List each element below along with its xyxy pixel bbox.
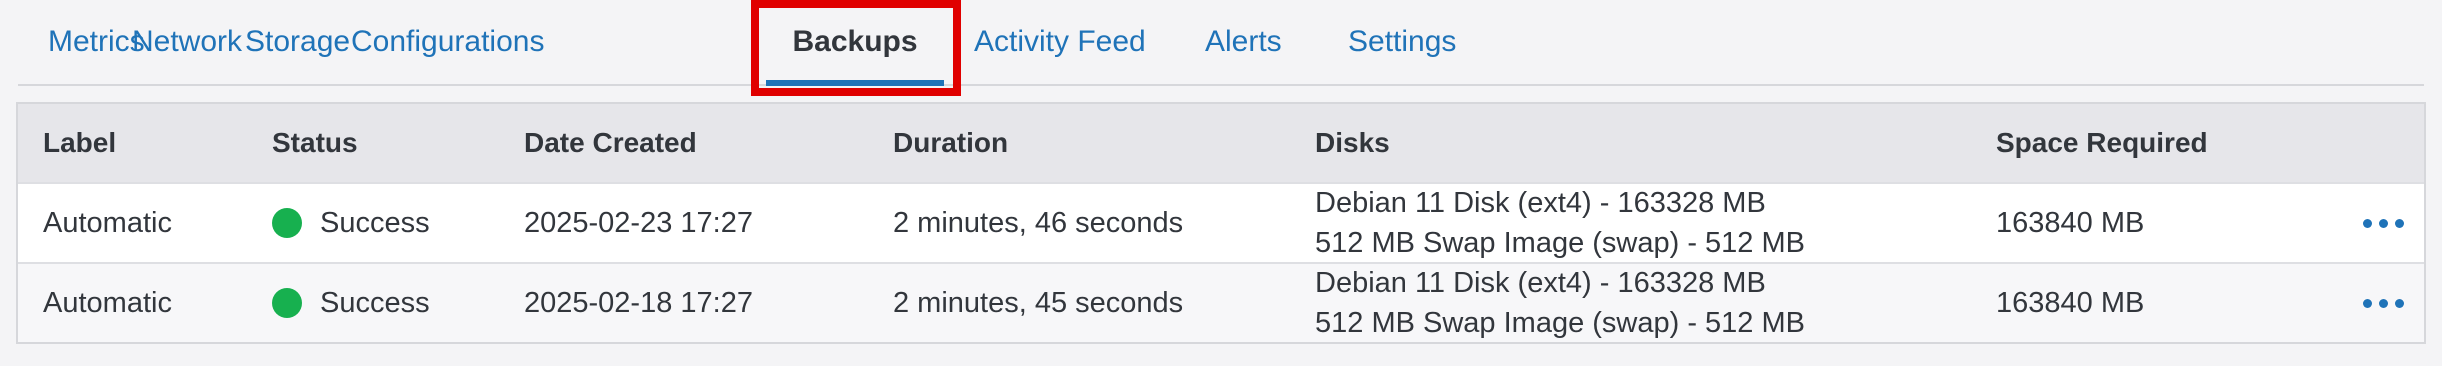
cell-status: Success: [272, 264, 430, 342]
column-header-disks[interactable]: Disks: [1315, 104, 1390, 182]
cell-duration: 2 minutes, 46 seconds: [893, 206, 1184, 239]
tab-label: Metrics: [48, 25, 145, 58]
table-row: Automatic Success 2025-02-23 17:27 2 min…: [18, 182, 2424, 262]
row-actions-menu-icon[interactable]: [2363, 184, 2404, 262]
cell-space-required: 163840 MB: [1996, 286, 2145, 319]
cell-disks: Debian 11 Disk (ext4) - 163328 MB 512 MB…: [1315, 264, 1805, 342]
column-header-status[interactable]: Status: [272, 104, 358, 182]
column-header-duration[interactable]: Duration: [893, 104, 1008, 182]
status-text: Success: [320, 206, 430, 239]
cell-duration: 2 minutes, 45 seconds: [893, 286, 1184, 319]
table-row: Automatic Success 2025-02-18 17:27 2 min…: [18, 262, 2424, 342]
disk-entry: 512 MB Swap Image (swap) - 512 MB: [1315, 227, 1805, 259]
column-header-date-created[interactable]: Date Created: [524, 104, 697, 182]
disk-entry: Debian 11 Disk (ext4) - 163328 MB: [1315, 187, 1766, 219]
cell-disks: Debian 11 Disk (ext4) - 163328 MB 512 MB…: [1315, 184, 1805, 262]
row-actions-menu-icon[interactable]: [2363, 264, 2404, 342]
cell-label: Automatic: [43, 206, 172, 239]
tab-bar: Metrics Network Storage Configurations B…: [18, 0, 2424, 86]
cell-status: Success: [272, 184, 430, 262]
tab-settings[interactable]: Settings: [1348, 0, 1456, 84]
tab-alerts[interactable]: Alerts: [1205, 0, 1282, 84]
tab-label: Configurations: [351, 25, 545, 58]
disk-entry: Debian 11 Disk (ext4) - 163328 MB: [1315, 267, 1766, 299]
tab-metrics[interactable]: Metrics: [48, 0, 145, 84]
cell-space-required: 163840 MB: [1996, 206, 2145, 239]
column-header-space-required[interactable]: Space Required: [1996, 104, 2208, 182]
column-header-label[interactable]: Label: [43, 104, 116, 182]
status-success-icon: [272, 208, 302, 238]
tab-label: Settings: [1348, 25, 1457, 58]
tab-storage[interactable]: Storage: [245, 0, 350, 84]
status-text: Success: [320, 286, 430, 319]
status-success-icon: [272, 288, 302, 318]
tab-label: Storage: [245, 25, 351, 58]
highlight-box: [751, 0, 961, 96]
tab-network[interactable]: Network: [132, 0, 242, 84]
table-header: Label Status Date Created Duration Disks…: [18, 104, 2424, 182]
disk-entry: 512 MB Swap Image (swap) - 512 MB: [1315, 307, 1805, 339]
cell-date-created: 2025-02-23 17:27: [524, 206, 753, 239]
tab-label: Activity Feed: [974, 25, 1146, 58]
cell-date-created: 2025-02-18 17:27: [524, 286, 753, 319]
tab-activity-feed[interactable]: Activity Feed: [974, 0, 1146, 84]
backups-table: Label Status Date Created Duration Disks…: [16, 102, 2426, 344]
tab-label: Network: [132, 25, 243, 58]
tab-configurations[interactable]: Configurations: [351, 0, 544, 84]
tab-label: Alerts: [1205, 25, 1282, 58]
cell-label: Automatic: [43, 286, 172, 319]
